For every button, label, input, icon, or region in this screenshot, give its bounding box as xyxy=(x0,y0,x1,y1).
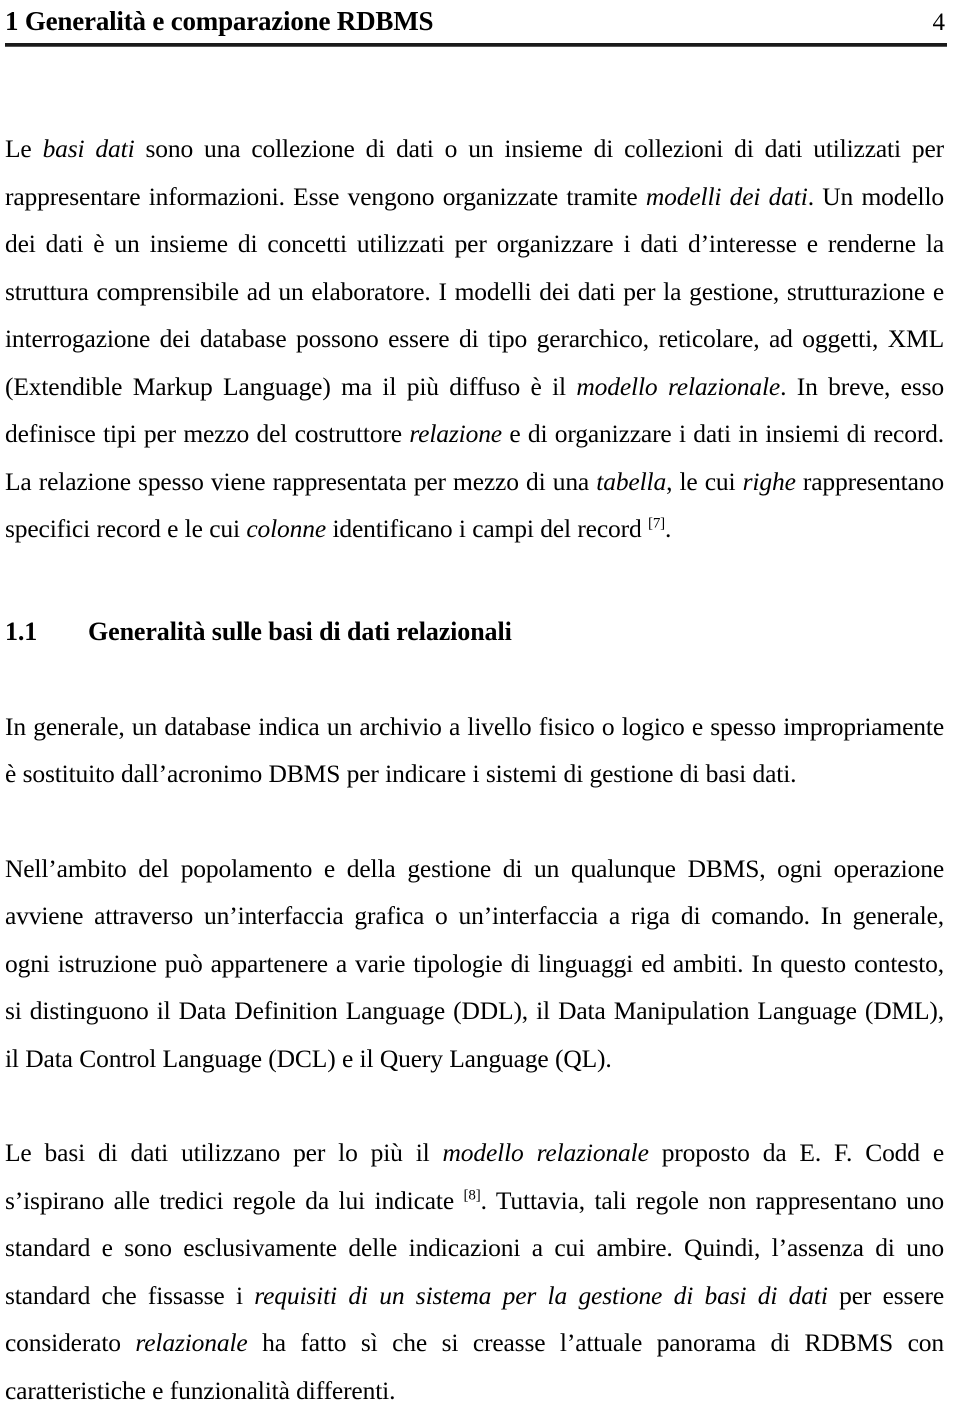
header-title: 1 Generalità e comparazione RDBMS xyxy=(5,6,434,36)
text-run: Nell’ambito del popolamento e della gest… xyxy=(5,853,944,1073)
italic-run-tabella: tabella xyxy=(596,466,667,496)
paragraph-database-definizione: In generale, un database indica un archi… xyxy=(5,703,950,798)
citation-marker-7: [7] xyxy=(647,515,666,532)
italic-run-basi-dati: basi dati xyxy=(42,134,135,163)
paragraph-linguaggi-dbms: Nell’ambito del popolamento e della gest… xyxy=(5,845,950,1083)
header-divider-rule xyxy=(5,43,947,47)
text-run: Le xyxy=(5,134,43,163)
italic-run-relazionale: relazionale xyxy=(135,1328,248,1357)
italic-run-requisiti-sistema: requisiti di un sistema per la gestione … xyxy=(254,1280,828,1310)
italic-run-relazione: relazione xyxy=(409,419,502,448)
text-run: , le cui xyxy=(666,466,743,496)
paragraph-modello-relazionale-codd: Le basi di dati utilizzano per lo più il… xyxy=(5,1129,950,1414)
running-header: 1 Generalità e comparazione RDBMS 4 xyxy=(5,0,950,42)
section-title: Generalità sulle basi di dati relazional… xyxy=(88,616,512,646)
italic-run-colonne: colonne xyxy=(246,514,327,543)
text-run: . xyxy=(665,514,672,543)
italic-run-modelli-dei-dati: modelli dei dati xyxy=(645,181,808,211)
text-run: In generale, un database indica un archi… xyxy=(5,711,944,789)
section-number: 1.1 xyxy=(5,616,38,646)
paragraph-intro-basi-dati: Le basi dati sono una collezione di dati… xyxy=(5,125,950,553)
document-body: Le basi dati sono una collezione di dati… xyxy=(5,125,950,1414)
text-run: identificano i campi del record xyxy=(326,514,648,543)
italic-run-modello-relazionale: modello relazionale xyxy=(576,371,781,401)
document-page: 1 Generalità e comparazione RDBMS 4 Le b… xyxy=(0,0,960,1405)
text-run: Le basi di dati utilizzano per lo più il xyxy=(5,1138,443,1167)
italic-run-modello-relazionale-2: modello relazionale xyxy=(442,1138,649,1167)
section-heading-1-1: 1.1 Generalità sulle basi di dati relazi… xyxy=(5,617,950,647)
header-page-number: 4 xyxy=(932,9,946,36)
italic-run-righe: righe xyxy=(742,466,796,496)
citation-marker-8: [8] xyxy=(463,1187,481,1203)
text-run: . Un modello dei dati è un insieme di co… xyxy=(5,181,945,401)
